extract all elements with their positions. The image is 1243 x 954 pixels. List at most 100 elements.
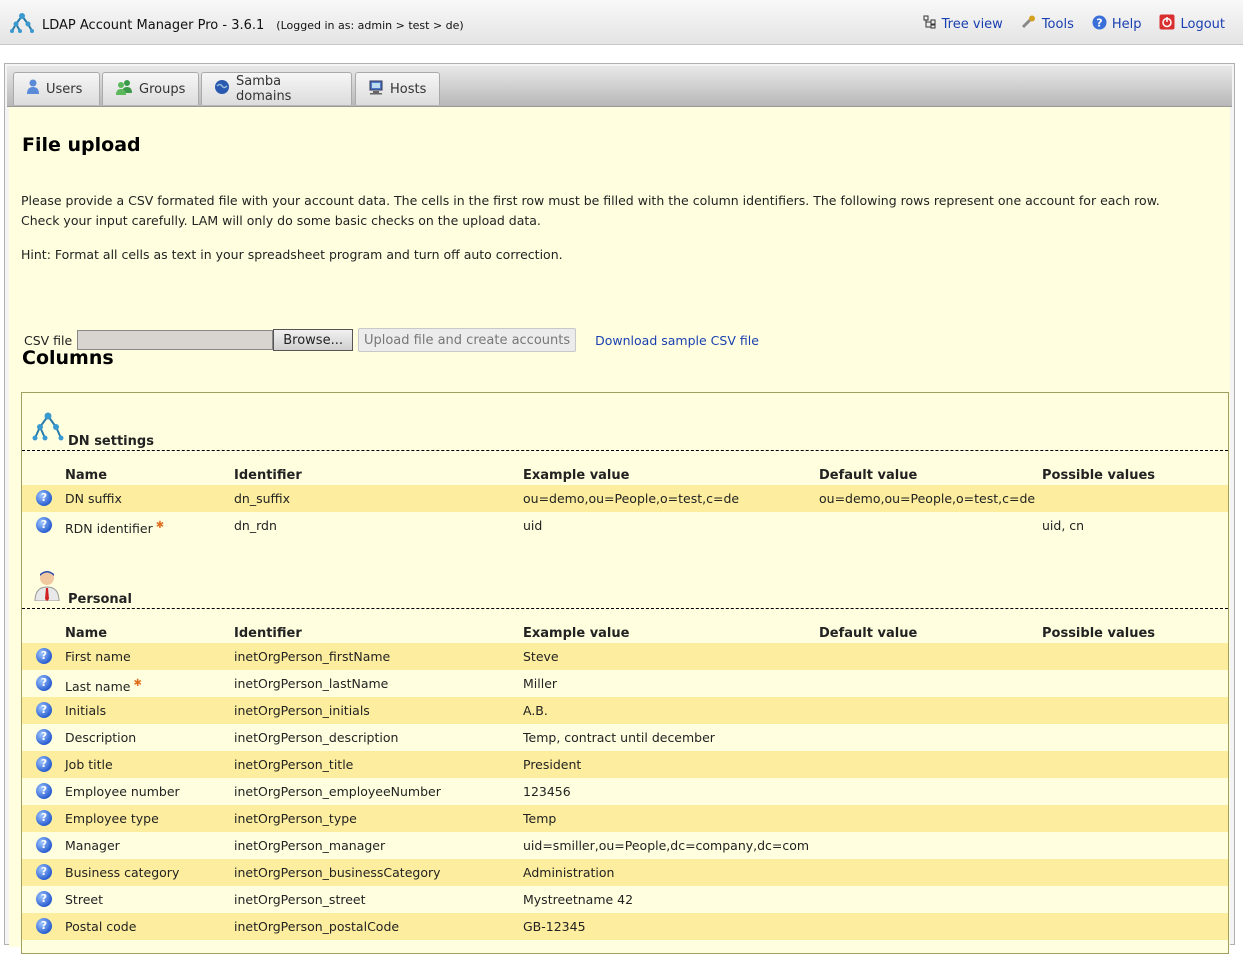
upload-button[interactable]: Upload file and create accounts <box>357 328 577 352</box>
row-example: Mystreetname 42 <box>523 892 634 907</box>
row-name: Employee type <box>65 805 159 832</box>
header-example: Example value <box>523 468 630 483</box>
help-icon[interactable]: ? <box>36 864 52 880</box>
tab-hosts-label: Hosts <box>390 81 427 97</box>
row-name: Job title <box>65 751 113 778</box>
tab-samba-label: Samba domains <box>236 74 292 104</box>
header-name: Name <box>65 626 108 641</box>
help-icon[interactable]: ? <box>36 756 52 772</box>
row-name-text: Business category <box>65 865 180 880</box>
row-example: 123456 <box>523 784 571 799</box>
table-header: Name Identifier Example value Default va… <box>22 624 1228 644</box>
help-icon[interactable]: ? <box>36 783 52 799</box>
section-title: DN settings <box>68 434 154 449</box>
row-name-text: First name <box>65 649 131 664</box>
help-label: Help <box>1111 16 1142 32</box>
row-name-text: Initials <box>65 703 107 718</box>
lam-logo-icon <box>10 12 34 38</box>
browse-button[interactable]: Browse... <box>273 329 353 351</box>
samba-icon <box>214 79 230 99</box>
columns-panel: DN settings Name Identifier Example valu… <box>21 392 1229 954</box>
row-default: ou=demo,ou=People,o=test,c=de <box>819 491 1036 506</box>
group-icon <box>115 79 133 99</box>
header-default: Default value <box>819 626 918 641</box>
download-sample-link[interactable]: Download sample CSV file <box>595 333 759 348</box>
row-identifier: inetOrgPerson_businessCategory <box>234 865 441 880</box>
help-icon[interactable]: ? <box>36 891 52 907</box>
row-name-text: Job title <box>65 757 113 772</box>
table-row: ? Street inetOrgPerson_street Mystreetname … <box>22 886 1228 913</box>
help-icon[interactable]: ? <box>36 490 52 506</box>
help-icon[interactable]: ? <box>36 918 52 934</box>
table-row: ? Description inetOrgPerson_description Tem… <box>22 724 1228 751</box>
row-possible: uid, cn <box>1042 518 1085 533</box>
tab-samba-domains[interactable]: Samba domains <box>201 72 352 105</box>
table-row: ? Manager inetOrgPerson_manager uid=smiller… <box>22 832 1228 859</box>
user-icon <box>26 79 40 99</box>
tools-link[interactable]: Tools <box>1021 15 1074 33</box>
intro-text-1: Please provide a CSV formated file with … <box>21 193 1160 208</box>
table-row: ? DN suffix dn_suffix ou=demo,ou=People,o=t… <box>22 485 1228 512</box>
table-row: ? Employee number inetOrgPerson_employeeNu… <box>22 778 1228 805</box>
section-dn-settings: DN settings <box>22 412 1228 451</box>
row-name-text: Street <box>65 892 103 907</box>
help-icon[interactable]: ? <box>36 675 52 691</box>
top-links: Tree view Tools ? Help Logout <box>905 14 1225 34</box>
header-default: Default value <box>819 468 918 483</box>
help-icon: ? <box>1092 15 1107 34</box>
help-icon[interactable]: ? <box>36 702 52 718</box>
tree-icon <box>923 15 937 33</box>
tab-users-label: Users <box>46 81 83 97</box>
upload-row: CSV file Browse... Upload file and creat… <box>24 328 759 352</box>
row-name: Last name ✱ <box>65 670 142 697</box>
row-identifier: inetOrgPerson_title <box>234 757 354 772</box>
row-name: Description <box>65 724 136 751</box>
row-name: Initials <box>65 697 106 724</box>
row-name-text: Last name <box>65 679 131 695</box>
table-row: ? Business category inetOrgPerson_business… <box>22 859 1228 886</box>
section-title: Personal <box>68 592 132 607</box>
row-name: First name <box>65 643 131 670</box>
row-example: President <box>523 757 582 772</box>
logout-icon <box>1159 14 1175 34</box>
app-title: LDAP Account Manager Pro - 3.6.1 <box>42 17 265 33</box>
help-icon[interactable]: ? <box>36 837 52 853</box>
help-icon[interactable]: ? <box>36 517 52 533</box>
required-icon: ✱ <box>133 678 142 689</box>
page-title: File upload <box>22 134 141 156</box>
tools-label: Tools <box>1041 16 1074 32</box>
logout-label: Logout <box>1180 16 1225 32</box>
tab-groups[interactable]: Groups <box>102 72 199 105</box>
logout-link[interactable]: Logout <box>1159 14 1225 34</box>
header-identifier: Identifier <box>234 626 302 641</box>
help-icon[interactable]: ? <box>36 810 52 826</box>
tab-users[interactable]: Users <box>13 72 100 105</box>
row-identifier: inetOrgPerson_employeeNumber <box>234 784 441 799</box>
table-row: ? Job title inetOrgPerson_title President <box>22 751 1228 778</box>
table-row: ? RDN identifier ✱ dn_rdn uid uid, cn <box>22 512 1228 539</box>
intro-text-2: Check your input carefully. LAM will onl… <box>21 213 541 228</box>
row-example: Miller <box>523 676 558 691</box>
row-name-text: Description <box>65 730 137 745</box>
help-link[interactable]: ? Help <box>1092 15 1142 34</box>
row-identifier: inetOrgPerson_street <box>234 892 366 907</box>
row-identifier: dn_rdn <box>234 518 277 533</box>
host-icon <box>368 80 384 99</box>
columns-title: Columns <box>22 347 114 369</box>
row-identifier: inetOrgPerson_manager <box>234 838 386 853</box>
row-name-text: Employee number <box>65 784 180 799</box>
tab-bar: Users Groups Samba domains Hosts <box>7 66 1232 107</box>
tree-view-link[interactable]: Tree view <box>923 15 1003 33</box>
required-icon: ✱ <box>155 520 165 531</box>
row-example: Steve <box>523 649 559 664</box>
brand: LDAP Account Manager Pro - 3.6.1 (Logged… <box>10 12 464 38</box>
help-icon[interactable]: ? <box>36 648 52 664</box>
row-identifier: inetOrgPerson_firstName <box>234 649 391 664</box>
csv-file-label: CSV file <box>24 332 73 348</box>
header-name: Name <box>65 468 108 483</box>
row-identifier: inetOrgPerson_type <box>234 811 357 826</box>
tab-hosts[interactable]: Hosts <box>355 72 440 105</box>
row-name: RDN identifier ✱ <box>65 512 164 539</box>
help-icon[interactable]: ? <box>36 729 52 745</box>
row-name-text: DN suffix <box>65 491 122 506</box>
